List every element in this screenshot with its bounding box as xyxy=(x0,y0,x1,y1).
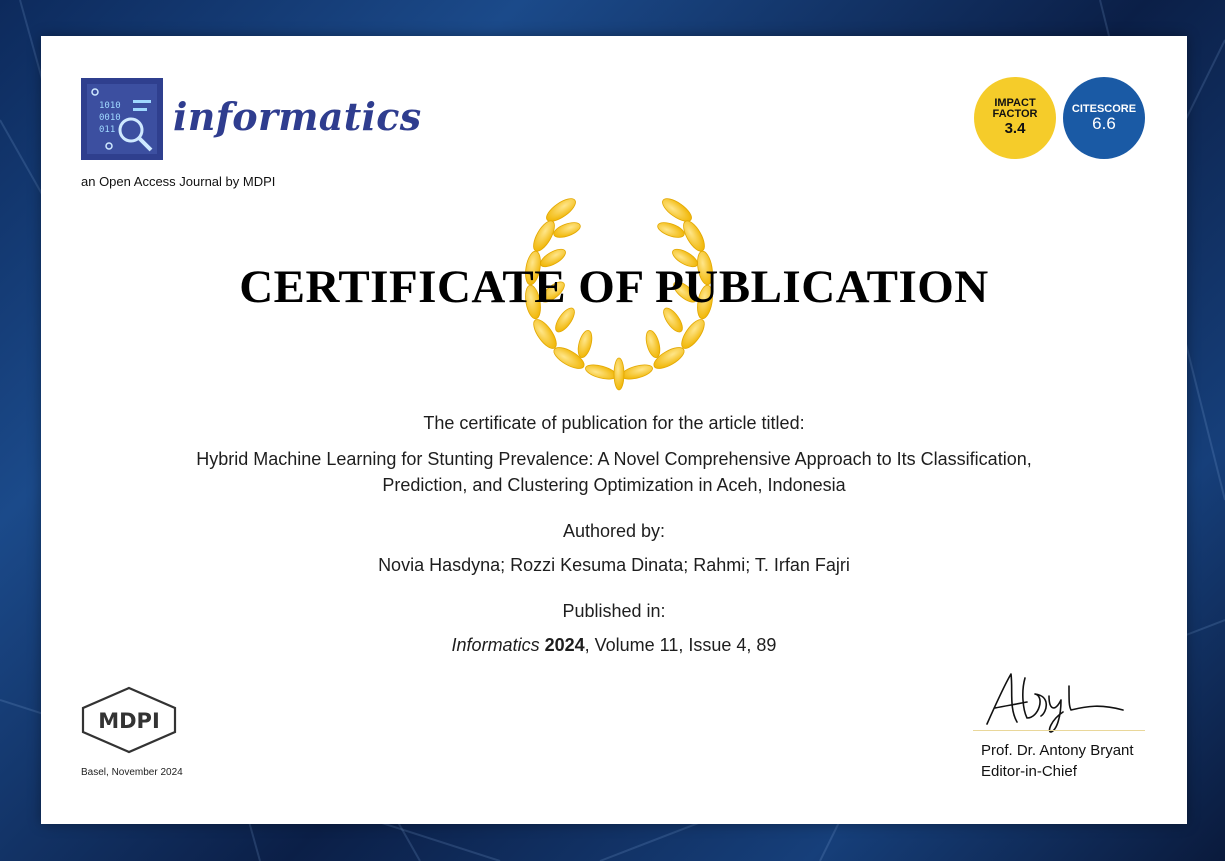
place-date: Basel, November 2024 xyxy=(81,767,183,778)
citation-volume-issue: , Volume 11, Issue 4, 89 xyxy=(584,635,777,655)
article-title-line-2: Prediction, and Clustering Optimization … xyxy=(382,475,846,495)
article-title-line-1: Hybrid Machine Learning for Stunting Pre… xyxy=(196,449,1032,469)
authors-list: Novia Hasdyna; Rozzi Kesuma Dinata; Rahm… xyxy=(378,555,850,575)
mdpi-logo-text: MDPI xyxy=(98,709,160,733)
citation-journal: Informatics xyxy=(451,635,540,655)
publication-citation: Informatics 2024, Volume 11, Issue 4, 89 xyxy=(41,632,1187,659)
journal-logo-icon: 1010 0010 011 xyxy=(81,78,163,160)
certificate-intro: The certificate of publication for the a… xyxy=(423,413,805,433)
svg-text:011: 011 xyxy=(99,125,115,135)
impact-factor-label: IMPACT FACTOR xyxy=(992,97,1038,120)
editor-name: Prof. Dr. Antony Bryant xyxy=(981,742,1134,759)
impact-factor-value: 3.4 xyxy=(1004,120,1026,137)
editor-role: Editor-in-Chief xyxy=(981,763,1077,780)
citescore-label: CITESCORE xyxy=(1071,102,1137,115)
authored-label: Authored by: xyxy=(562,521,666,541)
certificate-title: CERTIFICATE OF PUBLICATION xyxy=(239,261,989,313)
svg-text:0010: 0010 xyxy=(99,113,121,123)
journal-subtitle: an Open Access Journal by MDPI xyxy=(81,174,276,189)
published-label: Published in: xyxy=(562,601,666,621)
editor-signature xyxy=(986,673,1124,733)
signature-line xyxy=(973,730,1145,731)
citation-year: 2024 xyxy=(544,635,585,655)
certificate-card: 1010 0010 011 informatics an Open Access… xyxy=(41,36,1187,824)
journal-name: informatics xyxy=(173,94,422,139)
citescore-badge: CITESCORE 6.6 xyxy=(1063,77,1145,159)
impact-factor-badge: IMPACT FACTOR 3.4 xyxy=(974,77,1056,159)
citescore-value: 6.6 xyxy=(1092,113,1116,133)
mdpi-logo-icon: MDPI xyxy=(81,686,177,754)
editor-block: Prof. Dr. Antony Bryant Editor-in-Chief xyxy=(981,740,1134,782)
svg-text:1010: 1010 xyxy=(99,101,121,111)
